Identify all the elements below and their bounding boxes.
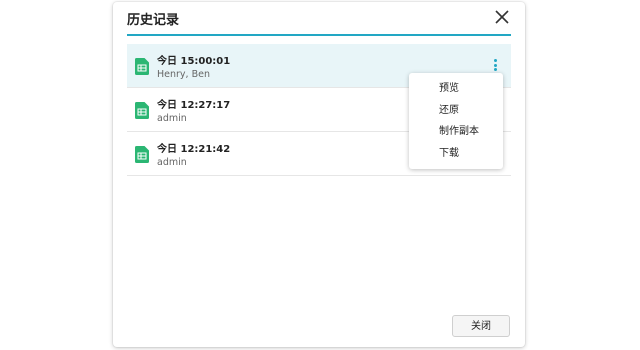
dialog-title: 历史记录	[127, 13, 180, 28]
close-button[interactable]: 关闭	[452, 315, 510, 337]
history-user: admin	[157, 157, 187, 168]
context-menu: 预览 还原 制作副本 下载	[409, 73, 503, 169]
spreadsheet-icon	[135, 146, 149, 163]
title-underline	[127, 34, 511, 36]
history-time: 今日 15:00:01	[157, 56, 231, 67]
more-options-icon[interactable]	[491, 59, 499, 73]
menu-item-restore[interactable]: 还原	[409, 100, 503, 122]
menu-item-download[interactable]: 下载	[409, 143, 503, 165]
history-time: 今日 12:27:17	[157, 100, 231, 111]
spreadsheet-icon	[135, 102, 149, 119]
menu-item-preview[interactable]: 预览	[409, 78, 503, 100]
close-icon[interactable]	[495, 10, 509, 24]
history-user: admin	[157, 113, 187, 124]
history-user: Henry, Ben	[157, 69, 210, 80]
history-dialog: 历史记录 今日 15:00:01 Henry, Ben 今日 12:27:17 …	[113, 2, 525, 347]
menu-item-make-copy[interactable]: 制作副本	[409, 121, 503, 143]
history-time: 今日 12:21:42	[157, 144, 231, 155]
spreadsheet-icon	[135, 58, 149, 75]
dialog-header: 历史记录	[113, 2, 525, 36]
